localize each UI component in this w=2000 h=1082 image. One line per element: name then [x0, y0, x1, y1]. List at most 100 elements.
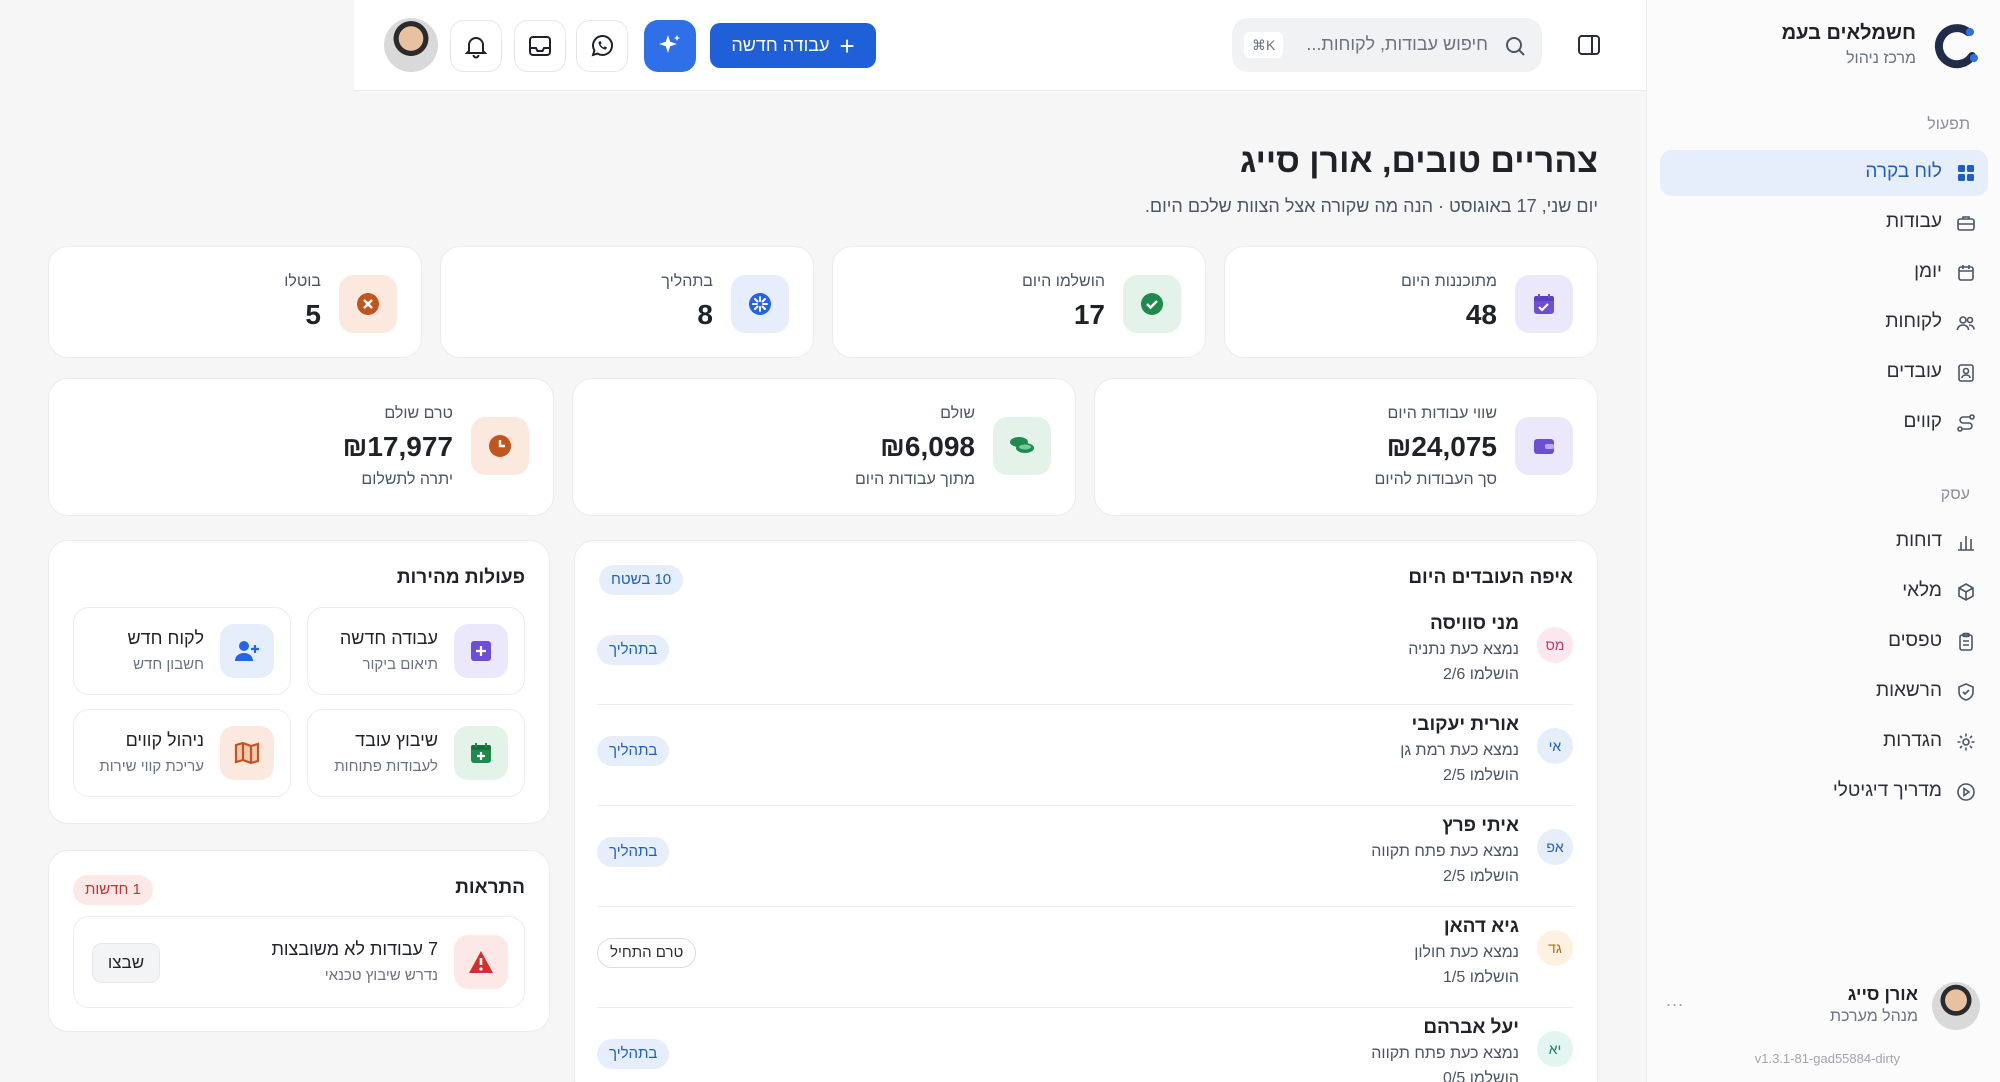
whatsapp-icon — [591, 34, 614, 57]
section-title-business: עסק — [1940, 486, 1970, 503]
sidebar-item-employees[interactable]: עובדים — [1660, 350, 1988, 396]
badge-icon — [1958, 364, 1974, 382]
whatsapp-button[interactable] — [576, 20, 628, 72]
clock-icon — [471, 417, 529, 475]
brand-name: חשמלאים בעמ — [1781, 22, 1916, 44]
quick-action-sub: לעבודות פתוחות — [334, 758, 438, 775]
sidebar-item-permissions[interactable]: הרשאות — [1660, 669, 1988, 715]
money-label: שולם — [940, 405, 975, 422]
sidebar-item-routes[interactable]: קווים — [1660, 400, 1988, 446]
sidebar-item-reports[interactable]: דוחות — [1660, 519, 1988, 565]
avatar: אפ — [1537, 829, 1573, 865]
worker-progress: הושלמו 2/6 — [1443, 666, 1519, 683]
alert-item[interactable]: 7 עבודות לא משובצות נדרש שיבוץ טכנאי שבצ… — [73, 916, 525, 1008]
more-menu-button[interactable]: ... — [1666, 990, 1684, 1011]
check-circle-icon — [1123, 275, 1181, 333]
money-sub: יתרה לתשלום — [361, 471, 453, 488]
table-row[interactable]: גד גיא דהאן נמצא כעת חולון הושלמו 1/5 טר… — [597, 908, 1573, 1008]
avatar: מס — [1537, 627, 1573, 663]
user-plus-icon — [220, 624, 274, 678]
stat-card-in-progress[interactable]: בתהליך 8 — [440, 246, 814, 358]
warning-triangle-icon — [454, 935, 508, 989]
user-profile[interactable]: אורן סייג מנהל מערכת ... — [1666, 980, 1980, 1032]
money-label: שווי עבודות היום — [1387, 405, 1497, 422]
assign-button[interactable]: שבצו — [92, 943, 160, 983]
stat-value: 48 — [1465, 299, 1497, 330]
sidebar-item-settings[interactable]: הגדרות — [1660, 719, 1988, 765]
alerts-card: התראות 1 חדשות 7 עבודות לא משובצות נדרש … — [48, 850, 550, 1032]
stat-card-cancelled[interactable]: בוטלו 5 — [48, 246, 422, 358]
quick-action-new-job[interactable]: עבודה חדשה תיאום ביקור — [307, 607, 525, 695]
stat-label: מתוכננות היום — [1400, 273, 1497, 290]
sidebar-item-label: מדריך דיגיטלי — [1832, 780, 1942, 801]
sidebar-item-jobs[interactable]: עבודות — [1660, 200, 1988, 246]
alert-title: 7 עבודות לא משובצות — [271, 939, 438, 959]
sidebar-item-label: הרשאות — [1875, 680, 1942, 701]
ai-assistant-button[interactable] — [644, 20, 696, 72]
quick-action-manage-routes[interactable]: ניהול קווים עריכת קווי שירות — [73, 709, 291, 797]
sidebar-toggle-icon[interactable] — [1576, 32, 1602, 58]
sidebar-item-calendar[interactable]: יומן — [1660, 250, 1988, 296]
money-card-unpaid[interactable]: טרם שולם ₪17,977 יתרה לתשלום — [48, 378, 554, 516]
sidebar: חשמלאים בעמ מרכז ניהול תפעול לוח בקרה עב… — [1646, 0, 2000, 1082]
stat-card-planned[interactable]: מתוכננות היום 48 — [1224, 246, 1598, 358]
table-row[interactable]: אי אורית יעקובי נמצא כעת רמת גן הושלמו 2… — [597, 706, 1573, 806]
worker-location: נמצא כעת נתניה — [1408, 641, 1519, 658]
money-card-paid[interactable]: שולם ₪6,098 מתוך עבודות היום — [572, 378, 1076, 516]
sidebar-item-label: קווים — [1903, 411, 1942, 432]
sidebar-item-label: לקוחות — [1885, 311, 1942, 332]
avatar[interactable] — [384, 18, 438, 72]
worker-location: נמצא כעת רמת גן — [1400, 742, 1519, 759]
calendar-plus-icon — [454, 726, 508, 780]
new-job-button[interactable]: + עבודה חדשה — [710, 23, 876, 68]
sparkles-icon — [659, 35, 680, 53]
quick-action-sub: חשבון חדש — [133, 656, 204, 673]
inbox-button[interactable] — [514, 20, 566, 72]
avatar: יא — [1537, 1031, 1573, 1067]
sidebar-item-label: עבודות — [1886, 211, 1942, 232]
workers-count-badge: 10 בשטח — [599, 565, 684, 595]
money-card-total[interactable]: שווי עבודות היום ₪24,075 סך העבודות להיו… — [1094, 378, 1598, 516]
new-job-label: עבודה חדשה — [731, 35, 830, 55]
stat-label: הושלמו היום — [1021, 273, 1105, 290]
sidebar-item-inventory[interactable]: מלאי — [1660, 569, 1988, 615]
alerts-title: התראות — [455, 877, 525, 898]
briefcase-icon — [1957, 216, 1975, 231]
sidebar-item-dashboard[interactable]: לוח בקרה — [1660, 150, 1988, 196]
alerts-count-badge: 1 חדשות — [73, 875, 153, 905]
quick-action-assign-worker[interactable]: שיבוץ עובד לעבודות פתוחות — [307, 709, 525, 797]
topbar: חיפוש עבודות, לקוחות... ⌘K + עבודה חדשה — [354, 0, 1646, 91]
brand[interactable]: חשמלאים בעמ מרכז ניהול — [1666, 20, 1980, 72]
sidebar-item-customers[interactable]: לקוחות — [1660, 300, 1988, 346]
quick-actions-title: פעולות מהירות — [396, 567, 525, 588]
sidebar-item-forms[interactable]: טפסים — [1660, 619, 1988, 665]
sidebar-item-digital-guide[interactable]: מדריך דיגיטלי — [1660, 769, 1988, 815]
sidebar-item-label: יומן — [1914, 261, 1942, 282]
table-row[interactable]: יא יעל אברהם נמצא כעת פתח תקווה הושלמו 0… — [597, 1009, 1573, 1082]
search-input[interactable]: חיפוש עבודות, לקוחות... ⌘K — [1232, 18, 1542, 72]
coins-icon — [993, 417, 1051, 475]
inbox-icon — [529, 36, 551, 56]
quick-action-new-customer[interactable]: לקוח חדש חשבון חדש — [73, 607, 291, 695]
table-row[interactable]: מס מני סוויסה נמצא כעת נתניה הושלמו 2/6 … — [597, 605, 1573, 705]
workers-card: איפה העובדים היום 10 בשטח מס מני סוויסה … — [574, 540, 1598, 1082]
stat-label: בתהליך — [661, 273, 713, 290]
notifications-button[interactable] — [450, 20, 502, 72]
clipboard-icon — [1959, 632, 1973, 651]
section-title-operations: תפעול — [1927, 116, 1970, 133]
bell-icon — [464, 37, 488, 59]
calendar-icon — [1958, 265, 1974, 281]
avatar: אי — [1537, 728, 1573, 764]
worker-name: יעל אברהם — [1423, 1017, 1519, 1038]
worker-location: נמצא כעת חולון — [1414, 944, 1519, 961]
calendar-check-icon — [1515, 275, 1573, 333]
alert-sub: נדרש שיבוץ טכנאי — [324, 967, 438, 984]
sidebar-item-label: דוחות — [1895, 530, 1942, 551]
worker-progress: הושלמו 0/5 — [1443, 1070, 1519, 1082]
stat-card-completed[interactable]: הושלמו היום 17 — [832, 246, 1206, 358]
table-row[interactable]: אפ איתי פרץ נמצא כעת פתח תקווה הושלמו 2/… — [597, 807, 1573, 907]
quick-action-title: שיבוץ עובד — [355, 730, 438, 750]
map-icon — [220, 726, 274, 780]
sidebar-item-label: הגדרות — [1883, 730, 1942, 751]
shield-icon — [1958, 683, 1974, 701]
